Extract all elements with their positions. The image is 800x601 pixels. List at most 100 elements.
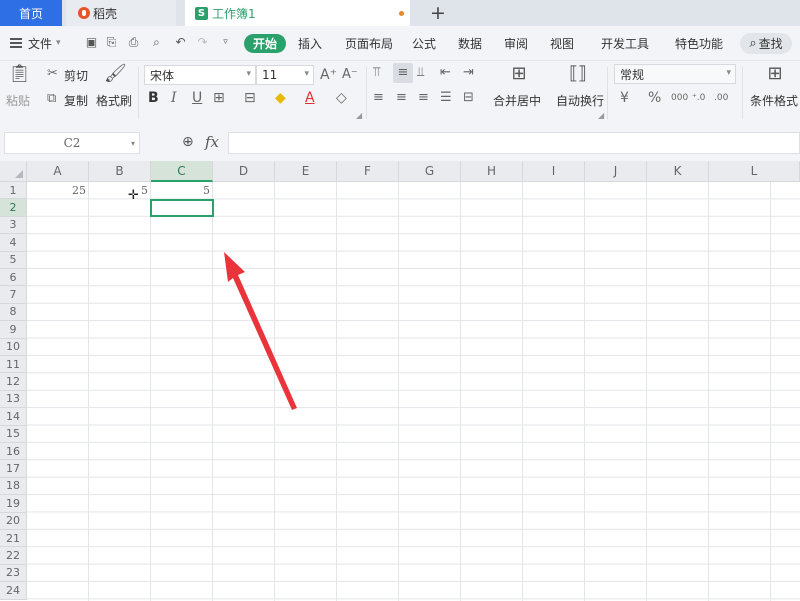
cell-grid[interactable] (27, 182, 800, 601)
bold-icon[interactable]: B (148, 90, 159, 106)
name-box[interactable]: C2 ▾ (4, 132, 140, 154)
save-icon[interactable]: ▣ (85, 36, 98, 49)
menu-view[interactable]: 视图 (550, 26, 574, 60)
row-header-7[interactable]: 7 (0, 286, 27, 304)
column-header-B[interactable]: B (89, 161, 151, 182)
align-left-icon[interactable]: ≡ (373, 90, 384, 106)
merge-border-icon[interactable]: ⊟ (244, 90, 256, 106)
cut-button[interactable]: 剪切 (64, 67, 88, 84)
row-header-24[interactable]: 24 (0, 582, 27, 600)
fx-icon[interactable]: fx (205, 133, 219, 151)
font-size-select[interactable]: 11 ▾ (256, 65, 314, 85)
row-header-13[interactable]: 13 (0, 390, 27, 409)
cell-A1[interactable]: 25 (40, 184, 86, 197)
increase-indent-icon[interactable]: ⇥ (463, 65, 474, 81)
column-header-I[interactable]: I (523, 161, 585, 182)
column-header-E[interactable]: E (275, 161, 337, 182)
align-right-icon[interactable]: ≡ (418, 90, 429, 106)
justify-icon[interactable]: ☰ (440, 90, 452, 106)
row-header-11[interactable]: 11 (0, 356, 27, 374)
number-format-select[interactable]: 常规 ▾ (614, 64, 736, 84)
menu-formulas[interactable]: 公式 (412, 26, 436, 60)
font-settings-icon[interactable]: ◢ (356, 111, 362, 120)
quick-access-dropdown-icon[interactable]: ▿ (219, 36, 232, 49)
align-bottom-icon[interactable]: ⫫ (417, 65, 424, 81)
row-header-16[interactable]: 16 (0, 443, 27, 461)
thousands-separator-icon[interactable]: 000 (671, 90, 688, 106)
tab-workbook[interactable]: S 工作簿1 (185, 0, 410, 26)
column-header-D[interactable]: D (213, 161, 275, 182)
column-header-C[interactable]: C (151, 161, 213, 182)
increase-decimal-icon[interactable]: ⁺.0 (692, 90, 705, 106)
column-header-G[interactable]: G (399, 161, 461, 182)
align-top-icon[interactable]: ⫪ (373, 65, 380, 81)
new-tab-button[interactable]: + (428, 0, 448, 26)
border-icon[interactable]: ⊞ (213, 90, 225, 106)
font-color-icon[interactable]: A (305, 90, 315, 106)
hamburger-menu-icon[interactable] (10, 38, 22, 48)
row-header-8[interactable]: 8 (0, 303, 27, 322)
menu-data[interactable]: 数据 (458, 26, 482, 60)
row-header-4[interactable]: 4 (0, 234, 27, 252)
copy-button[interactable]: 复制 (64, 92, 88, 109)
row-header-2[interactable]: 2 (0, 199, 27, 217)
column-header-L[interactable]: L (709, 161, 800, 182)
undo-icon[interactable]: ↶ (174, 36, 187, 49)
column-header-H[interactable]: H (461, 161, 523, 182)
alignment-settings-icon[interactable]: ◢ (598, 111, 604, 120)
percent-icon[interactable]: % (648, 90, 661, 106)
column-header-J[interactable]: J (585, 161, 647, 182)
row-header-12[interactable]: 12 (0, 373, 27, 391)
row-header-6[interactable]: 6 (0, 269, 27, 287)
merge-center-button[interactable]: 合并居中 (493, 92, 541, 109)
row-header-14[interactable]: 14 (0, 408, 27, 426)
conditional-format-button[interactable]: 条件格式 (750, 92, 798, 109)
column-header-K[interactable]: K (647, 161, 709, 182)
distributed-icon[interactable]: ⊟ (463, 90, 474, 106)
increase-font-icon[interactable]: A⁺ (320, 67, 337, 83)
menu-developer[interactable]: 开发工具 (601, 26, 649, 60)
row-header-17[interactable]: 17 (0, 460, 27, 478)
column-header-A[interactable]: A (27, 161, 89, 182)
row-header-1[interactable]: 1 (0, 182, 27, 200)
row-header-19[interactable]: 19 (0, 495, 27, 513)
decrease-indent-icon[interactable]: ⇤ (440, 65, 451, 81)
underline-icon[interactable]: U (192, 90, 202, 106)
currency-icon[interactable]: ¥ (620, 90, 629, 106)
print-icon[interactable]: ⎙ (127, 36, 140, 49)
row-header-18[interactable]: 18 (0, 477, 27, 496)
italic-icon[interactable]: I (171, 90, 177, 106)
row-header-5[interactable]: 5 (0, 251, 27, 269)
row-header-22[interactable]: 22 (0, 547, 27, 565)
export-pdf-icon[interactable]: ⎘ (105, 36, 118, 49)
menu-file[interactable]: 文件 ▾ (28, 26, 61, 60)
row-header-23[interactable]: 23 (0, 564, 27, 583)
row-header-3[interactable]: 3 (0, 216, 27, 235)
row-header-20[interactable]: 20 (0, 512, 27, 530)
font-name-select[interactable]: 宋体 ▾ (144, 65, 256, 85)
paste-button[interactable]: 粘贴 (6, 92, 30, 109)
search-button[interactable]: ⌕ 查找 (740, 33, 792, 54)
menu-start[interactable]: 开始 (244, 34, 286, 53)
paste-icon[interactable]: 📋︎ (8, 63, 31, 85)
row-header-21[interactable]: 21 (0, 530, 27, 548)
active-cell-C2[interactable] (150, 199, 214, 217)
tab-home[interactable]: 首页 (0, 0, 62, 26)
menu-special[interactable]: 特色功能 (675, 26, 723, 60)
row-header-15[interactable]: 15 (0, 425, 27, 443)
fill-color-icon[interactable]: ◆ (275, 90, 286, 106)
decrease-font-icon[interactable]: A⁻ (342, 67, 358, 83)
redo-icon[interactable]: ↷ (196, 36, 209, 49)
menu-insert[interactable]: 插入 (298, 26, 322, 60)
menu-review[interactable]: 审阅 (504, 26, 528, 60)
clear-format-icon[interactable]: ◇ (336, 90, 347, 106)
align-center-icon[interactable]: ≡ (396, 90, 407, 106)
menu-page-layout[interactable]: 页面布局 (345, 26, 393, 60)
decrease-decimal-icon[interactable]: .00 (714, 90, 728, 106)
zoom-icon[interactable]: ⊕ (182, 134, 194, 150)
wrap-text-button[interactable]: 自动换行 (556, 92, 604, 109)
cell-B1[interactable]: 5 (102, 184, 148, 197)
align-middle-icon[interactable]: ≡ (393, 63, 413, 83)
column-header-F[interactable]: F (337, 161, 399, 182)
select-all-button[interactable] (0, 161, 27, 182)
